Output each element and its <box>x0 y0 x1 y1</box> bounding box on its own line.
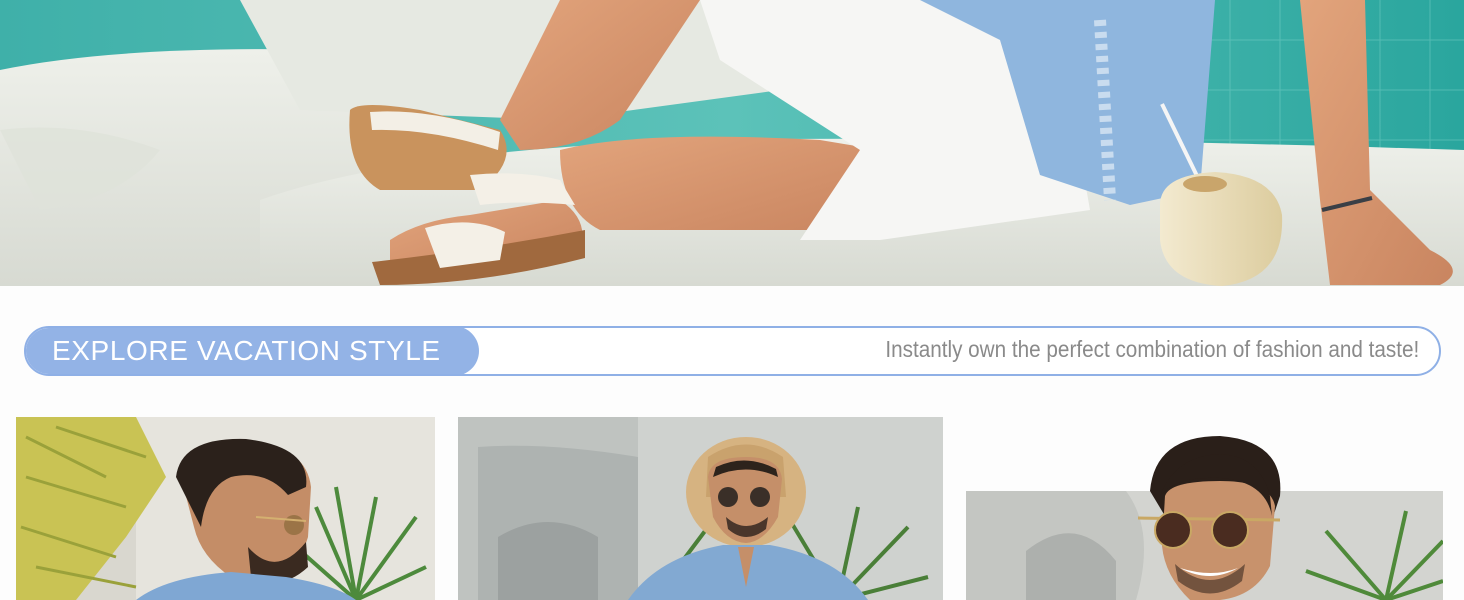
model-side-view-photo <box>16 417 435 600</box>
model-head-overflow <box>1120 436 1300 600</box>
banner-tagline: Instantly own the perfect combination of… <box>885 336 1419 362</box>
hero-image <box>0 0 1464 286</box>
model-straw-hat-photo <box>458 417 943 600</box>
banner-title: EXPLORE VACATION STYLE <box>52 335 441 366</box>
banner-title-pill: EXPLORE VACATION STYLE <box>26 328 479 374</box>
explore-vacation-style-banner: EXPLORE VACATION STYLE Instantly own the… <box>24 326 1441 376</box>
